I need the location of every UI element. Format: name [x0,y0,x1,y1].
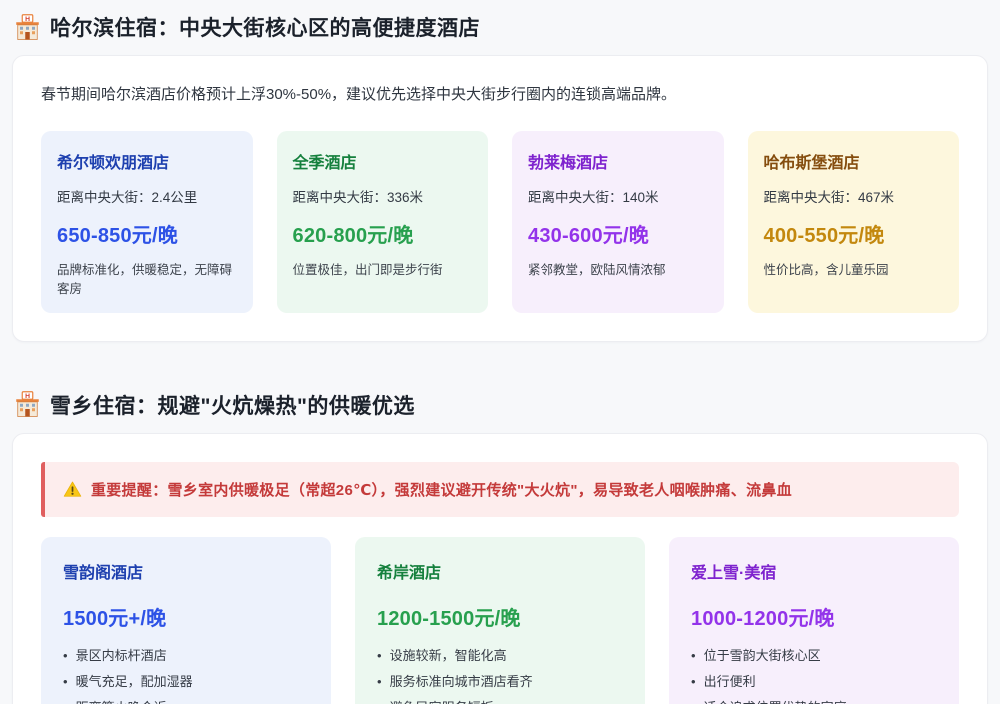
bullet-dot-icon: • [377,669,382,695]
hotel-feature-list: •位于雪韵大街核心区•出行便利•适合追求位置优势的家庭•性价比较高 [691,643,937,704]
hotel-feature-text: 服务标准向城市酒店看齐 [390,669,533,695]
hotel-name: 哈布斯堡酒店 [764,149,944,173]
hotel-feature-item: • 适合追求位置优势的家庭 [691,695,937,704]
bullet-dot-icon: • [691,669,696,695]
harbin-intro-text: 春节期间哈尔滨酒店价格预计上浮30%-50%，建议优先选择中央大街步行圈内的连锁… [41,84,959,107]
bullet-dot-icon: • [691,695,696,704]
hotel-feature-list: •景区内标杆酒店•暖气充足，配加湿器•距离篝火晚会近•需提前1个月预订 [63,643,309,704]
bullet-dot-icon: • [691,643,696,669]
hotel-price: 1200-1500元/晚 [377,602,623,631]
hotel-feature-text: 位于雪韵大街核心区 [704,643,821,669]
hotel-price: 430-600元/晚 [528,219,708,248]
section-header-harbin: H 哈尔滨住宿：中央大街核心区的高便捷度酒店 [12,10,988,42]
hotel-card: 全季酒店距离中央大街：336米 620-800元/晚位置极佳，出门即是步行街 [277,131,489,313]
hotel-feature-item: • 距离篝火晚会近 [63,695,309,704]
hotel-feature-item: • 景区内标杆酒店 [63,643,309,669]
hotel-name: 希尔顿欢朋酒店 [57,149,237,173]
hotel-note: 位置极佳，出门即是步行街 [293,259,473,278]
hotel-icon: H [14,391,41,418]
hotel-distance: 距离中央大街：336米 [293,186,473,206]
hotel-price: 1000-1200元/晚 [691,602,937,631]
hotel-distance: 距离中央大街：2.4公里 [57,186,237,206]
warning-icon [63,480,82,499]
xuexiang-hotel-cards-row: 雪韵阁酒店1500元+/晚•景区内标杆酒店•暖气充足，配加湿器•距离篝火晚会近•… [41,537,959,704]
hotel-name: 全季酒店 [293,149,473,173]
hotel-note: 性价比高，含儿童乐园 [764,259,944,278]
hotel-feature-text: 出行便利 [704,669,756,695]
hotel-feature-text: 设施较新，智能化高 [390,643,507,669]
hotel-note: 紧邻教堂，欧陆风情浓郁 [528,259,708,278]
bullet-dot-icon: • [377,643,382,669]
hotel-name: 勃莱梅酒店 [528,149,708,173]
warning-banner: 重要提醒：雪乡室内供暖极足（常超26℃），强烈建议避开传统"大火炕"，易导致老人… [41,462,959,517]
svg-text:H: H [25,393,30,400]
hotel-name: 雪韵阁酒店 [63,559,309,583]
bullet-dot-icon: • [63,643,68,669]
hotel-price: 400-550元/晚 [764,219,944,248]
section-header-xuexiang: H 雪乡住宿：规避"火炕燥热"的供暖优选 [12,388,988,420]
hotel-distance: 距离中央大街：140米 [528,186,708,206]
section-title-harbin: 哈尔滨住宿：中央大街核心区的高便捷度酒店 [50,12,480,42]
hotel-price: 650-850元/晚 [57,219,237,248]
hotel-price: 1500元+/晚 [63,602,309,631]
bullet-dot-icon: • [63,695,68,704]
hotel-feature-text: 适合追求位置优势的家庭 [704,695,847,704]
page: H 哈尔滨住宿：中央大街核心区的高便捷度酒店 春节期间哈尔滨酒店价格预计上浮30… [0,0,1000,704]
hotel-name: 希岸酒店 [377,559,623,583]
hotel-feature-item: • 避免民宿服务短板 [377,695,623,704]
hotel-feature-text: 暖气充足，配加湿器 [76,669,193,695]
hotel-feature-item: • 出行便利 [691,669,937,695]
hotel-card: 雪韵阁酒店1500元+/晚•景区内标杆酒店•暖气充足，配加湿器•距离篝火晚会近•… [41,537,331,704]
bullet-dot-icon: • [63,669,68,695]
harbin-panel: 春节期间哈尔滨酒店价格预计上浮30%-50%，建议优先选择中央大街步行圈内的连锁… [12,55,988,342]
hotel-distance: 距离中央大街：467米 [764,186,944,206]
hotel-feature-list: •设施较新，智能化高•服务标准向城市酒店看齐•避免民宿服务短板•位置相对便利 [377,643,623,704]
svg-text:H: H [25,16,30,23]
bullet-dot-icon: • [377,695,382,704]
hotel-card: 希尔顿欢朋酒店距离中央大街：2.4公里 650-850元/晚品牌标准化，供暖稳定，… [41,131,253,313]
hotel-feature-item: • 服务标准向城市酒店看齐 [377,669,623,695]
hotel-name: 爱上雪·美宿 [691,559,937,583]
xuexiang-panel: 重要提醒：雪乡室内供暖极足（常超26℃），强烈建议避开传统"大火炕"，易导致老人… [12,433,988,704]
hotel-card: 希岸酒店 1200-1500元/晚 • 设施较新，智能化高 • 服务标准向城市酒店看齐 • 避… [355,537,645,704]
section-title-xuexiang: 雪乡住宿：规避"火炕燥热"的供暖优选 [50,390,415,420]
hotel-card: 勃莱梅酒店距离中央大街：140米 430-600元/晚紧邻教堂，欧陆风情浓郁 [512,131,724,313]
harbin-hotel-cards-row: 希尔顿欢朋酒店距离中央大街：2.4公里 650-850元/晚品牌标准化，供暖稳定，… [41,131,959,313]
hotel-note: 品牌标准化，供暖稳定，无障碍客房 [57,259,237,297]
warning-text: 重要提醒：雪乡室内供暖极足（常超26℃），强烈建议避开传统"大火炕"，易导致老人… [91,479,792,500]
hotel-feature-text: 距离篝火晚会近 [76,695,167,704]
hotel-feature-item: • 暖气充足，配加湿器 [63,669,309,695]
hotel-feature-text: 景区内标杆酒店 [76,643,167,669]
hotel-price: 620-800元/晚 [293,219,473,248]
hotel-card: 爱上雪·美宿 1000-1200元/晚 • 位于雪韵大街核心区 • 出行便利 • 适合追求位置… [669,537,959,704]
hotel-icon: H [14,14,41,41]
hotel-feature-item: • 设施较新，智能化高 [377,643,623,669]
hotel-feature-item: • 位于雪韵大街核心区 [691,643,937,669]
hotel-card: 哈布斯堡酒店距离中央大街：467米 400-550元/晚性价比高，含儿童乐园 [748,131,960,313]
hotel-feature-text: 避免民宿服务短板 [390,695,494,704]
